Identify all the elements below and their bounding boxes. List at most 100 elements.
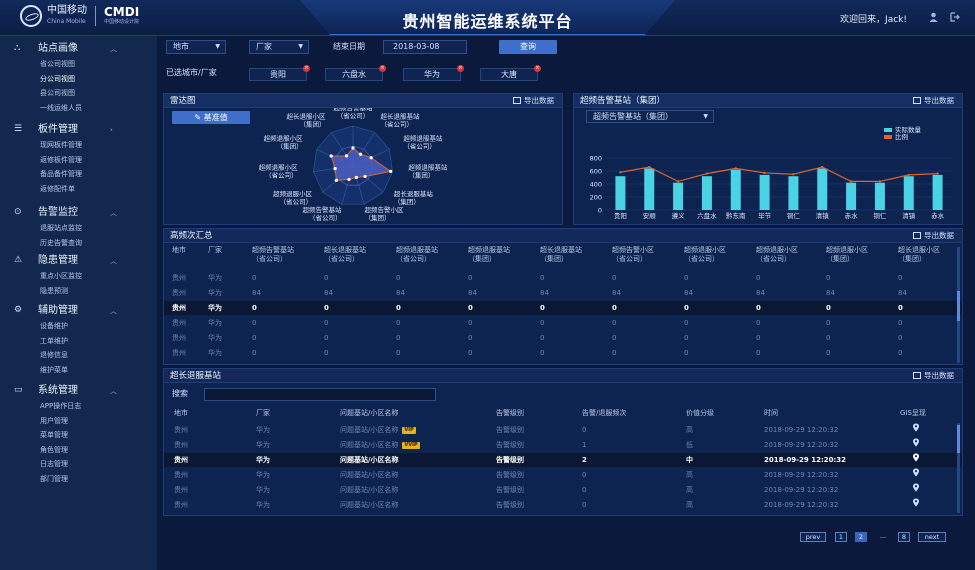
radar-axis-label: 超频告警小区 [364, 205, 404, 214]
page-button-current[interactable]: 2 [855, 532, 867, 542]
sidebar-item[interactable]: 维护菜单 [40, 364, 150, 376]
vendor-select[interactable]: 厂家 ▼ [249, 40, 309, 54]
map-pin-icon[interactable] [912, 468, 920, 482]
map-pin-icon[interactable] [912, 483, 920, 497]
table-cell: 0 [898, 274, 903, 282]
page-button[interactable]: 1 [835, 532, 847, 542]
sidebar-item[interactable]: 分公司视图 [40, 73, 150, 85]
selected-tag[interactable]: 贵阳 × [249, 65, 310, 81]
line-point [792, 173, 795, 176]
end-date-input[interactable]: 2018-03-08 [383, 40, 467, 54]
search-input[interactable] [204, 388, 436, 401]
bar [701, 176, 712, 210]
sidebar-item[interactable]: 返修板件管理 [40, 154, 150, 166]
sidebar-item[interactable]: 重点小区监控 [40, 270, 150, 282]
export-button[interactable]: 导出数据 [913, 369, 954, 383]
map-pin-icon[interactable] [912, 423, 920, 437]
sidebar-item[interactable]: 设备维护 [40, 320, 150, 332]
sidebar-group-4[interactable]: ⚙ 辅助管理 ︿ [0, 304, 157, 318]
table-row[interactable]: 贵州 华为 问题基站/小区名称 VIP 告警级别 0 高 2018-09-29 12:20:3… [164, 423, 962, 437]
export-button[interactable]: 导出数据 [913, 94, 954, 108]
table-cell: 0 [684, 274, 689, 282]
radar-axis-label: 超频退服基站 [408, 162, 448, 171]
table-row[interactable]: 贵州 华为 问题基站/小区名称 VVIP 告警级别 1 低 2018-09-29 12:20:… [164, 438, 962, 452]
sidebar-item[interactable]: 一线运维人员 [40, 102, 150, 114]
sidebar-item[interactable]: 退服站点监控 [40, 222, 150, 234]
selected-tag[interactable]: 六盘水 × [325, 65, 386, 81]
series-line [620, 166, 938, 183]
sidebar-item[interactable]: 备品备件管理 [40, 168, 150, 180]
table-cell: 0 [756, 334, 761, 342]
next-button[interactable]: next [918, 532, 946, 542]
chevron-up-icon: ︿ [110, 209, 117, 217]
sidebar-group-5[interactable]: ▭ 系统管理 ︿ [0, 384, 157, 398]
sidebar-group-3[interactable]: ⚠ 隐患管理 ︿ [0, 254, 157, 268]
table-row[interactable]: 贵州 华为 0 0 0 0 0 0 0 0 0 0 [164, 301, 962, 315]
table-cell: 0 [756, 274, 761, 282]
map-pin-icon[interactable] [912, 453, 920, 467]
logout-icon[interactable] [950, 12, 960, 22]
x-tick-label: 铜仁 [787, 211, 801, 220]
table-row[interactable]: 贵州 华为 问题基站/小区名称 告警级别 2 中 2018-09-29 12:20:32 [164, 453, 962, 467]
sidebar-item[interactable]: 省公司视图 [40, 58, 150, 70]
sidebar-group-title: 辅助管理 [38, 305, 78, 316]
sidebar-group-0[interactable]: ⛬ 站点画像 ︿ [0, 42, 157, 56]
export-button[interactable]: 导出数据 [913, 229, 954, 243]
table-cell: 0 [756, 349, 761, 357]
sidebar-item[interactable]: 菜单管理 [40, 429, 150, 441]
sidebar-item[interactable]: 日志管理 [40, 458, 150, 470]
table-row[interactable]: 贵州 华为 84 84 84 84 84 84 84 84 84 84 [164, 286, 962, 300]
sidebar-item[interactable]: 县公司视图 [40, 87, 150, 99]
cell-text: 问题基站/小区名称 [340, 456, 399, 464]
sidebar-item[interactable]: 部门管理 [40, 473, 150, 485]
sidebar-item[interactable]: 工单维护 [40, 335, 150, 347]
user-icon[interactable] [929, 12, 938, 22]
prev-button[interactable]: prev [800, 532, 826, 542]
table-cell: 0 [324, 304, 329, 312]
sidebar-group-2[interactable]: ⊙ 告警监控 ︿ [0, 206, 157, 220]
table-cell: 贵州 [174, 423, 188, 437]
sidebar-group-1[interactable]: ☰ 板件管理 › [0, 123, 157, 137]
sidebar-item[interactable]: APP操作日志 [40, 400, 150, 412]
bar [932, 174, 943, 210]
sidebar-item[interactable]: 返修配件单 [40, 183, 150, 195]
scrollbar[interactable] [957, 423, 960, 513]
gear-icon: ⚙ [14, 305, 23, 315]
radar-axis-label: （集团） [299, 119, 325, 128]
close-icon[interactable]: × [303, 65, 310, 72]
close-icon[interactable]: × [457, 65, 464, 72]
sidebar-item[interactable]: 隐患预测 [40, 285, 150, 297]
table-row[interactable]: 贵州 华为 0 0 0 0 0 0 0 0 0 0 [164, 271, 962, 285]
radar-axis-label: 超长退服基站 [381, 111, 421, 120]
sidebar-item[interactable]: 用户管理 [40, 415, 150, 427]
china-mobile-logo-icon [20, 5, 42, 27]
table-row[interactable]: 贵州 华为 问题基站/小区名称 告警级别 0 高 2018-09-29 12:20:32 [164, 468, 962, 482]
query-button[interactable]: 查询 [499, 40, 557, 54]
table-cell: 0 [468, 274, 473, 282]
export-button[interactable]: 导出数据 [513, 94, 554, 108]
table-row[interactable]: 贵州 华为 0 0 0 0 0 0 0 0 0 0 [164, 331, 962, 345]
cell-text: 华为 [256, 426, 270, 434]
column-header-sub: （集团） [468, 255, 496, 263]
cmdi-title: CMDI [104, 5, 140, 19]
table-row[interactable]: 贵州 华为 问题基站/小区名称 告警级别 0 高 2018-09-29 12:20:32 [164, 498, 962, 512]
close-icon[interactable]: × [379, 65, 386, 72]
sidebar-item[interactable]: 现网板件管理 [40, 139, 150, 151]
table-row[interactable]: 贵州 华为 问题基站/小区名称 告警级别 0 高 2018-09-29 12:20:32 [164, 483, 962, 497]
scrollbar[interactable] [957, 247, 960, 363]
close-icon[interactable]: × [534, 65, 541, 72]
page-button[interactable]: 8 [898, 532, 910, 542]
page-title: 贵州智能运维系统平台 [402, 12, 573, 31]
sidebar-item[interactable]: 历史告警查询 [40, 237, 150, 249]
map-pin-icon[interactable] [912, 438, 920, 452]
sidebar-item[interactable]: 角色管理 [40, 444, 150, 456]
table-row[interactable]: 贵州 华为 0 0 0 0 0 0 0 0 0 0 [164, 346, 962, 360]
metric-select[interactable]: 超频告警基站（集团） ▼ [586, 110, 714, 123]
sidebar-item[interactable]: 退修信息 [40, 349, 150, 361]
table-row[interactable]: 贵州 华为 0 0 0 0 0 0 0 0 0 0 [164, 316, 962, 330]
map-pin-icon[interactable] [912, 498, 920, 512]
city-select[interactable]: 地市 ▼ [166, 40, 226, 54]
selected-tag[interactable]: 华为 × [403, 65, 464, 81]
selected-tag[interactable]: 大唐 × [480, 65, 541, 81]
column-header: 超频退服小区 （集团） [826, 246, 868, 264]
